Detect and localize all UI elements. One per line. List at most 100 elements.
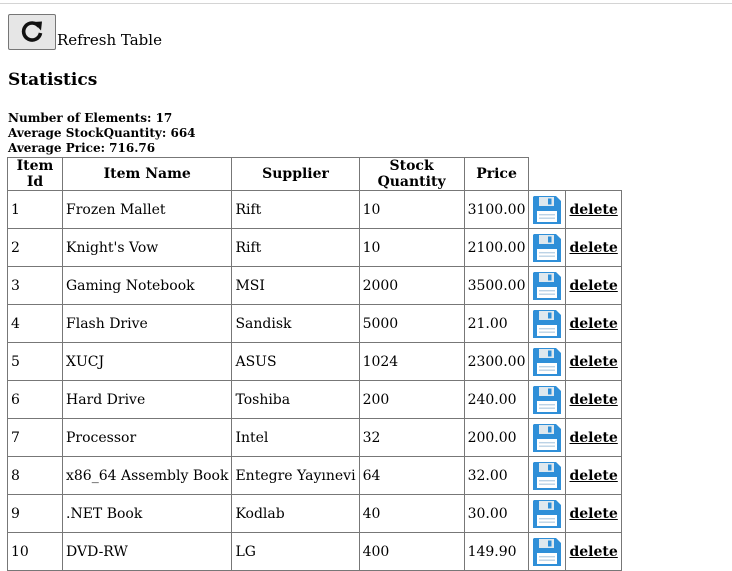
cell-supplier: MSI [231, 266, 360, 305]
header-item-id: Item Id [7, 157, 63, 191]
refresh-button[interactable] [8, 14, 56, 50]
cell-item-id: 2 [7, 228, 63, 267]
cell-item-id: 8 [7, 456, 63, 495]
cell-item-name: Knight's Vow [61, 228, 233, 267]
save-cell [528, 342, 567, 381]
cell-price: 200.00 [463, 418, 530, 457]
delete-cell: delete [565, 456, 622, 495]
table-row: 1 Frozen Mallet Rift 10 3100.00 delete [7, 190, 622, 229]
cell-item-name: XUCJ [61, 342, 233, 381]
save-icon[interactable] [532, 271, 562, 301]
cell-supplier: Sandisk [231, 304, 360, 343]
table-header-row: Item Id Item Name Supplier Stock Quantit… [7, 157, 622, 191]
refresh-label: Refresh Table [57, 31, 162, 49]
save-icon[interactable] [532, 385, 562, 415]
delete-cell: delete [565, 380, 622, 419]
delete-link[interactable]: delete [569, 202, 617, 218]
save-icon[interactable] [532, 347, 562, 377]
delete-cell: delete [565, 494, 622, 533]
delete-link[interactable]: delete [569, 506, 617, 522]
statistics-panel: Number of Elements: 17 Average StockQuan… [8, 111, 196, 156]
cell-supplier: ASUS [231, 342, 360, 381]
cell-price: 32.00 [463, 456, 530, 495]
cell-item-name: Frozen Mallet [61, 190, 233, 229]
cell-item-name: Flash Drive [61, 304, 233, 343]
delete-link[interactable]: delete [569, 468, 617, 484]
cell-stock-quantity: 2000 [358, 266, 465, 305]
save-cell [528, 494, 567, 533]
cell-stock-quantity: 40 [358, 494, 465, 533]
average-stock-quantity: Average StockQuantity: 664 [8, 126, 196, 140]
cell-item-id: 3 [7, 266, 63, 305]
cell-stock-quantity: 10 [358, 228, 465, 267]
cell-supplier: Toshiba [231, 380, 360, 419]
cell-supplier: Entegre Yayınevi [231, 456, 360, 495]
cell-price: 2100.00 [463, 228, 530, 267]
header-supplier: Supplier [231, 157, 360, 191]
cell-item-id: 7 [7, 418, 63, 457]
cell-supplier: Rift [231, 228, 360, 267]
table-row: 3 Gaming Notebook MSI 2000 3500.00 delete [7, 266, 622, 305]
save-cell [528, 190, 567, 229]
save-icon[interactable] [532, 233, 562, 263]
cell-supplier: Rift [231, 190, 360, 229]
cell-item-name: Gaming Notebook [61, 266, 233, 305]
delete-cell: delete [565, 342, 622, 381]
delete-link[interactable]: delete [569, 316, 617, 332]
table-row: 8 x86_64 Assembly Book Entegre Yayınevi 64 3… [7, 456, 622, 495]
delete-cell: delete [565, 190, 622, 229]
cell-item-name: .NET Book [61, 494, 233, 533]
items-table: Item Id Item Name Supplier Stock Quantit… [7, 157, 622, 571]
delete-cell: delete [565, 266, 622, 305]
save-icon[interactable] [532, 499, 562, 529]
number-of-elements: Number of Elements: 17 [8, 111, 173, 125]
refresh-icon [21, 21, 43, 42]
cell-stock-quantity: 1024 [358, 342, 465, 381]
top-divider [0, 3, 732, 4]
table-row: 2 Knight's Vow Rift 10 2100.00 delete [7, 228, 622, 267]
cell-item-name: Processor [61, 418, 233, 457]
cell-supplier: Intel [231, 418, 360, 457]
cell-price: 240.00 [463, 380, 530, 419]
table-row: 4 Flash Drive Sandisk 5000 21.00 delete [7, 304, 622, 343]
table-row: 5 XUCJ ASUS 1024 2300.00 delete [7, 342, 622, 381]
save-cell [528, 228, 567, 267]
cell-item-id: 5 [7, 342, 63, 381]
header-stock-quantity: Stock Quantity [358, 157, 465, 191]
cell-item-id: 4 [7, 304, 63, 343]
save-cell [528, 304, 567, 343]
delete-link[interactable]: delete [569, 430, 617, 446]
cell-price: 3500.00 [463, 266, 530, 305]
save-cell [528, 418, 567, 457]
delete-cell: delete [565, 418, 622, 457]
cell-stock-quantity: 32 [358, 418, 465, 457]
header-price: Price [463, 157, 530, 191]
save-icon[interactable] [532, 461, 562, 491]
save-icon[interactable] [532, 309, 562, 339]
cell-stock-quantity: 10 [358, 190, 465, 229]
cell-price: 21.00 [463, 304, 530, 343]
header-blank [529, 158, 566, 191]
cell-stock-quantity: 200 [358, 380, 465, 419]
table-row: 6 Hard Drive Toshiba 200 240.00 delete [7, 380, 622, 419]
header-item-name: Item Name [61, 157, 233, 191]
delete-link[interactable]: delete [569, 392, 617, 408]
refresh-row: Refresh Table [8, 12, 162, 50]
statistics-title: Statistics [8, 70, 98, 90]
save-icon[interactable] [532, 423, 562, 453]
delete-link[interactable]: delete [569, 278, 617, 294]
cell-price: 3100.00 [463, 190, 530, 229]
cell-price: 30.00 [463, 494, 530, 533]
cell-item-name: x86_64 Assembly Book [61, 456, 233, 495]
delete-link[interactable]: delete [569, 354, 617, 370]
save-cell [528, 456, 567, 495]
delete-link[interactable]: delete [569, 240, 617, 256]
delete-cell: delete [565, 228, 622, 267]
table-row: 7 Processor Intel 32 200.00 delete [7, 418, 622, 457]
header-blank [566, 158, 621, 191]
cell-stock-quantity: 5000 [358, 304, 465, 343]
cell-item-id: 1 [7, 190, 63, 229]
average-price: Average Price: 716.76 [8, 141, 156, 155]
save-icon[interactable] [532, 195, 562, 225]
cell-stock-quantity: 64 [358, 456, 465, 495]
